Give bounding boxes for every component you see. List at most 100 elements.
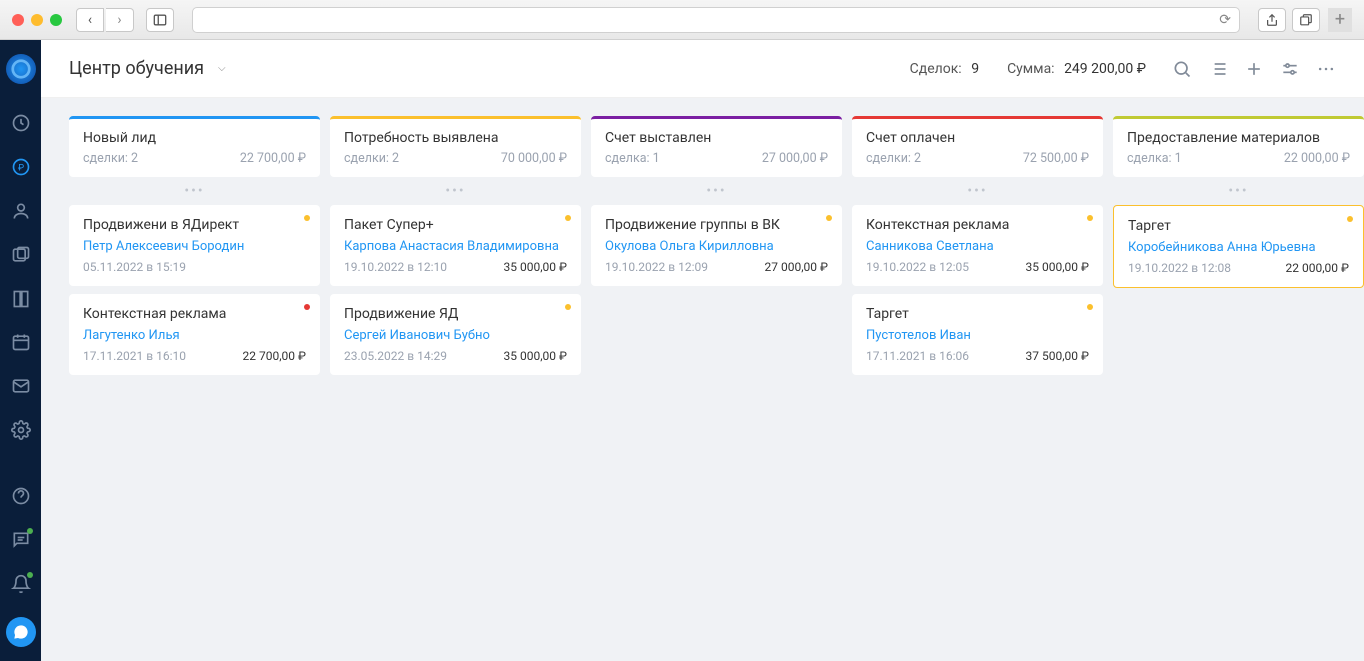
share-button[interactable]	[1258, 8, 1286, 32]
add-card-placeholder[interactable]: •••	[852, 185, 1103, 197]
tabs-button[interactable]	[1292, 8, 1320, 32]
url-bar[interactable]: ⟳	[192, 7, 1240, 33]
column-count: сделки: 2	[344, 151, 399, 166]
add-card-placeholder[interactable]: •••	[69, 185, 320, 197]
close-window[interactable]	[12, 14, 24, 26]
column-amount: 22 000,00 ₽	[1284, 151, 1350, 166]
card-title: Контекстная реклама	[866, 217, 1089, 233]
card-contact[interactable]: Пустотелов Иван	[866, 328, 1089, 343]
column-title: Счет выставлен	[605, 130, 828, 146]
column-header[interactable]: Счет выставлен сделка: 1 27 000,00 ₽	[591, 116, 842, 177]
status-dot	[1087, 215, 1093, 221]
nav-help[interactable]	[10, 485, 32, 507]
deal-card[interactable]: Продвижение группы в ВК Окулова Ольга Кир…	[591, 205, 842, 286]
new-tab-button[interactable]: +	[1328, 8, 1352, 32]
card-contact[interactable]: Санникова Светлана	[866, 239, 1089, 254]
column-title: Потребность выявлена	[344, 130, 567, 146]
add-card-placeholder[interactable]: •••	[330, 185, 581, 197]
status-dot	[565, 304, 571, 310]
card-title: Пакет Супер+	[344, 217, 567, 233]
notif-dot	[27, 572, 33, 578]
browser-chrome: ‹ › ⟳ +	[0, 0, 1364, 40]
maximize-window[interactable]	[50, 14, 62, 26]
column-amount: 72 500,00 ₽	[1023, 151, 1089, 166]
nav-dashboard[interactable]	[10, 112, 32, 134]
column-count: сделка: 1	[1127, 151, 1182, 166]
deal-card[interactable]: Контекстная рекламаСанникова Светлана19.…	[852, 205, 1103, 286]
deal-card[interactable]: ТаргетПустотелов Иван17.11.2021 в 16:063…	[852, 294, 1103, 375]
deal-card[interactable]: Пакет Супер+ Карпова Анастасия Владимиров…	[330, 205, 581, 286]
kanban-column: Потребность выявлена сделки: 2 70 000,00 ₽…	[330, 116, 581, 643]
column-header[interactable]: Новый лидсделки: 222 700,00 ₽	[69, 116, 320, 177]
column-amount: 27 000,00 ₽	[762, 151, 828, 166]
column-header[interactable]: Потребность выявлена сделки: 2 70 000,00 ₽	[330, 116, 581, 177]
card-date: 23.05.2022 в 14:29	[344, 349, 447, 363]
deals-count-stat: Сделок: 9	[910, 61, 979, 77]
nav-deals[interactable]: ₽	[10, 156, 32, 178]
chat-button[interactable]	[6, 617, 36, 647]
deal-card[interactable]: Таргет Коробейникова Анна Юрьевна 19.10.20…	[1113, 205, 1364, 288]
card-contact[interactable]: Коробейникова Анна Юрьевна	[1128, 240, 1349, 255]
nav-contacts[interactable]	[10, 200, 32, 222]
card-date: 05.11.2022 в 15:19	[83, 260, 186, 274]
card-date: 19.10.2022 в 12:08	[1128, 261, 1231, 275]
nav-settings[interactable]	[10, 419, 32, 441]
card-amount: 35 000,00 ₽	[1026, 260, 1090, 274]
card-title: Продвижение группы в ВК	[605, 217, 828, 233]
column-count: сделка: 1	[605, 151, 660, 166]
svg-text:₽: ₽	[17, 163, 23, 173]
list-view-icon[interactable]	[1208, 59, 1228, 79]
card-title: Продвижени в ЯДирект	[83, 217, 306, 233]
page-title-dropdown[interactable]: Центр обучения ⌵	[69, 58, 226, 79]
status-dot	[304, 304, 310, 310]
status-dot	[1087, 304, 1093, 310]
unread-dot	[27, 528, 33, 534]
card-amount: 35 000,00 ₽	[504, 349, 568, 363]
more-icon[interactable]	[1316, 59, 1336, 79]
card-date: 17.11.2021 в 16:10	[83, 349, 186, 363]
add-icon[interactable]	[1244, 59, 1264, 79]
card-contact[interactable]: Петр Алексеевич Бородин	[83, 239, 306, 254]
filter-icon[interactable]	[1280, 59, 1300, 79]
column-title: Счет оплачен	[866, 130, 1089, 146]
kanban-column: Новый лидсделки: 222 700,00 ₽•••Продвиже…	[69, 116, 320, 643]
deal-card[interactable]: Продвижение ЯДСергей Иванович Бубно23.05…	[330, 294, 581, 375]
left-sidebar: ₽	[0, 40, 41, 661]
nav-mail[interactable]	[10, 375, 32, 397]
card-contact[interactable]: Лагутенко Илья	[83, 328, 306, 343]
card-amount: 22 700,00 ₽	[243, 349, 307, 363]
column-header[interactable]: Предоставление материалов сделка: 1 22 000…	[1113, 116, 1364, 177]
kanban-board: Новый лидсделки: 222 700,00 ₽•••Продвиже…	[41, 98, 1364, 661]
back-button[interactable]: ‹	[76, 8, 104, 32]
reload-icon[interactable]: ⟳	[1219, 12, 1231, 28]
add-card-placeholder[interactable]: •••	[1113, 185, 1364, 197]
search-icon[interactable]	[1172, 59, 1192, 79]
kanban-column: Предоставление материалов сделка: 1 22 000…	[1113, 116, 1364, 643]
column-title: Предоставление материалов	[1127, 130, 1350, 146]
sidebar-toggle[interactable]	[146, 8, 174, 32]
status-dot	[1347, 216, 1353, 222]
card-contact[interactable]: Окулова Ольга Кирилловна	[605, 239, 828, 254]
minimize-window[interactable]	[31, 14, 43, 26]
column-amount: 22 700,00 ₽	[240, 151, 306, 166]
column-count: сделки: 2	[866, 151, 921, 166]
nav-docs[interactable]	[10, 288, 32, 310]
deal-card[interactable]: Контекстная рекламаЛагутенко Илья17.11.2…	[69, 294, 320, 375]
column-count: сделки: 2	[83, 151, 138, 166]
sum-stat: Сумма: 249 200,00 ₽	[1007, 61, 1146, 77]
card-contact[interactable]: Сергей Иванович Бубно	[344, 328, 567, 343]
forward-button[interactable]: ›	[106, 8, 134, 32]
nav-tasks[interactable]	[10, 244, 32, 266]
card-contact[interactable]: Карпова Анастасия Владимировна	[344, 239, 567, 254]
deal-card[interactable]: Продвижени в ЯДирект Петр Алексеевич Боро…	[69, 205, 320, 286]
status-dot	[565, 215, 571, 221]
card-title: Таргет	[1128, 218, 1349, 234]
add-card-placeholder[interactable]: •••	[591, 185, 842, 197]
nav-notifications[interactable]	[10, 573, 32, 595]
column-amount: 70 000,00 ₽	[501, 151, 567, 166]
nav-calendar[interactable]	[10, 332, 32, 354]
column-header[interactable]: Счет оплачен сделки: 2 72 500,00 ₽	[852, 116, 1103, 177]
nav-messages[interactable]	[10, 529, 32, 551]
page-header: Центр обучения ⌵ Сделок: 9 Сумма: 249 20…	[41, 40, 1364, 98]
app-logo[interactable]	[6, 54, 36, 84]
